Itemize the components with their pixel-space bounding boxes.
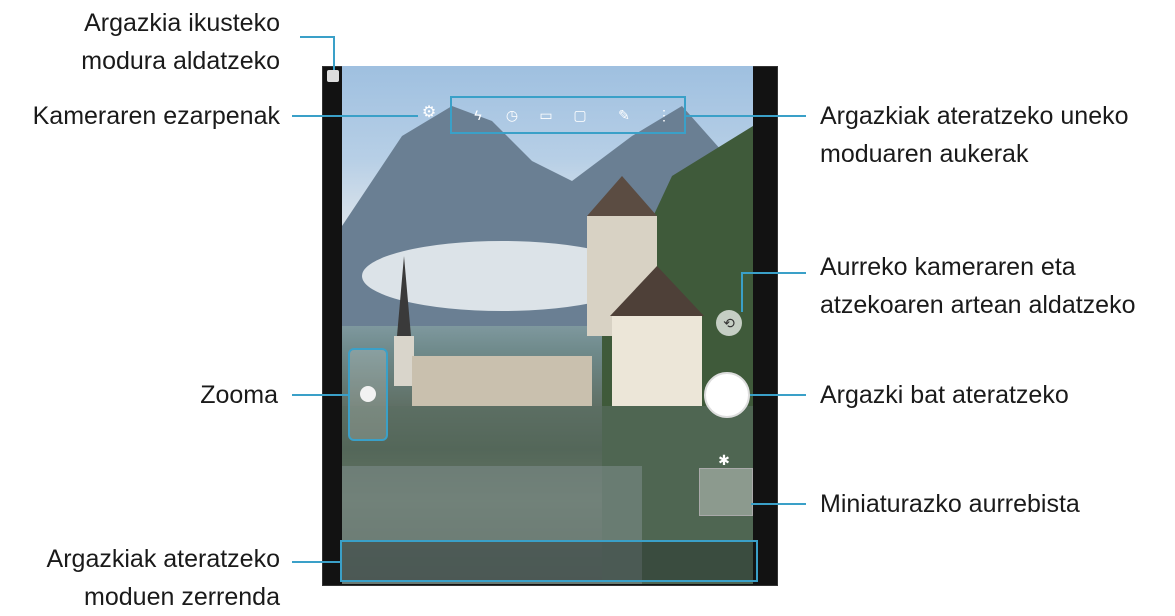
callout-line-gallery — [300, 36, 334, 38]
gallery-mode-label-line2: modura aldatzeko — [81, 47, 280, 75]
gallery-mode-label-line1: Argazkia ikusteko — [84, 9, 280, 37]
callout-line-switch-camera-vertical — [741, 272, 743, 312]
motion-photo-icon[interactable]: ▢ — [572, 107, 588, 123]
callout-line-switch-camera — [742, 272, 806, 274]
shooting-modes-list[interactable] — [340, 540, 758, 582]
shooting-modes-label-line1: Argazkiak ateratzeko — [46, 545, 280, 573]
flash-icon[interactable]: ϟ — [470, 107, 486, 123]
zoom-knob[interactable] — [360, 386, 376, 402]
gallery-mode-icon[interactable] — [327, 70, 339, 82]
gallery-mode-label: Argazkia ikusteko modura aldatzeko — [81, 4, 280, 80]
switch-camera-label-line2: atzekoaren artean aldatzeko — [820, 291, 1136, 319]
mode-options-label-line1: Argazkiak ateratzeko uneko — [820, 102, 1129, 130]
current-mode-options-bar: ϟ ◷ ▭ ▢ ✎ ⋮ — [450, 96, 686, 134]
switch-camera-icon[interactable]: ⟲ — [716, 310, 742, 336]
filter-icon[interactable]: ✎ — [616, 107, 632, 123]
callout-line-gallery-vertical — [333, 36, 335, 70]
callout-line-zoom — [292, 394, 348, 396]
aspect-ratio-icon[interactable]: ▭ — [538, 107, 554, 123]
callout-line-shutter — [750, 394, 806, 396]
zoom-control[interactable] — [348, 348, 388, 441]
shutter-button[interactable] — [704, 372, 750, 418]
take-picture-label: Argazki bat ateratzeko — [820, 381, 1069, 409]
more-icon[interactable]: ⋮ — [656, 107, 672, 123]
camera-settings-label: Kameraren ezarpenak — [32, 102, 280, 130]
gear-icon[interactable]: ⚙ — [420, 104, 438, 122]
callout-line-thumbnail — [751, 503, 806, 505]
shooting-modes-label: Argazkiak ateratzeko moduen zerrenda — [47, 540, 280, 616]
callout-line-mode-options — [686, 115, 806, 117]
mode-options-label-line2: moduaren aukerak — [820, 140, 1029, 168]
switch-camera-label: Aurreko kameraren eta atzekoaren artean … — [820, 248, 1136, 324]
star-icon: ✱ — [718, 452, 730, 468]
callout-line-modes — [292, 561, 340, 563]
shooting-modes-label-line2: moduen zerrenda — [84, 583, 280, 611]
switch-camera-label-line1: Aurreko kameraren eta — [820, 253, 1076, 281]
camera-preview — [342, 66, 753, 584]
landscape-illustration — [342, 106, 753, 584]
timer-icon[interactable]: ◷ — [504, 107, 520, 123]
zoom-label: Zooma — [200, 381, 278, 409]
mode-options-label: Argazkiak ateratzeko uneko moduaren auke… — [820, 97, 1129, 173]
callout-line-settings — [292, 115, 418, 117]
thumbnail-preview[interactable] — [699, 468, 753, 516]
thumbnail-preview-label: Miniaturazko aurrebista — [820, 490, 1080, 518]
